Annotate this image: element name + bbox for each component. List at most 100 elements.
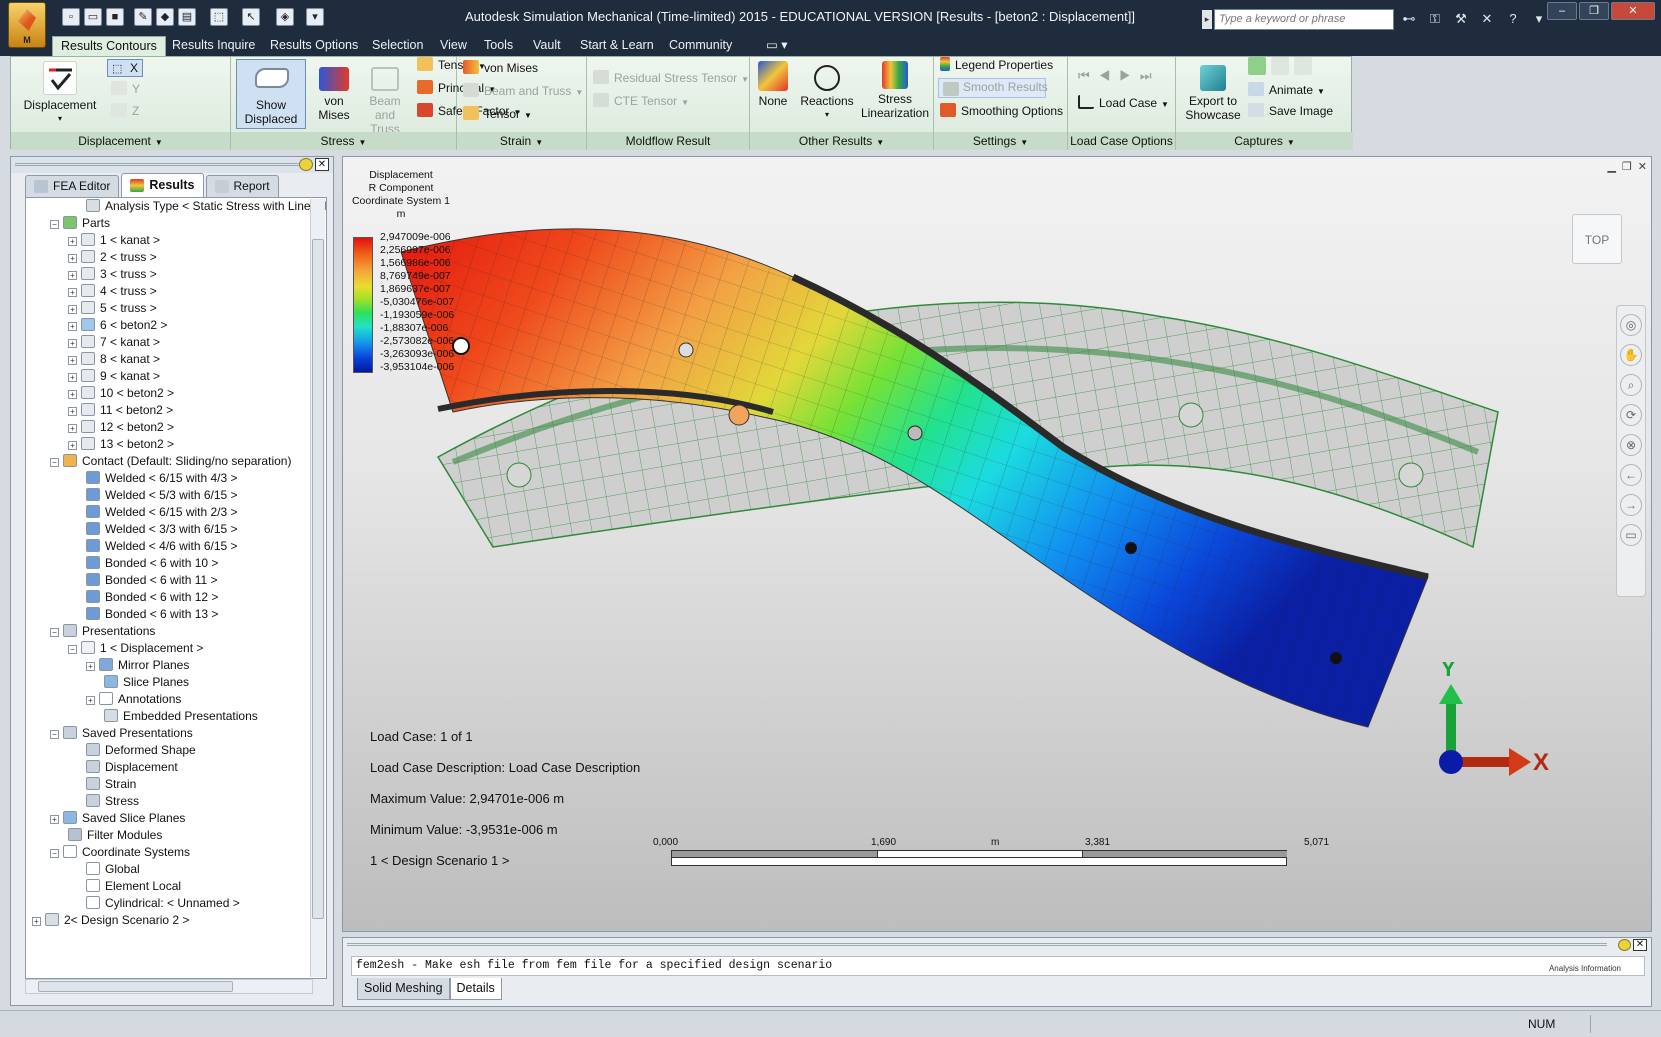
axis-y-button[interactable]: Y [111, 80, 140, 98]
tree-node[interactable]: Deformed Shape [86, 742, 196, 759]
load-case-button[interactable]: Load Case ▼ [1078, 94, 1169, 112]
tree-node[interactable]: Bonded < 6 with 12 > [86, 589, 218, 606]
binoculars-icon[interactable]: ⊷ [1400, 10, 1418, 28]
application-menu-button[interactable]: M [8, 2, 46, 48]
legend-properties-button[interactable]: Legend Properties [940, 56, 1053, 74]
expand-icon[interactable]: + [68, 322, 77, 331]
stress-von-mises-button[interactable]: von Mises [311, 61, 357, 122]
panel-grip[interactable] [347, 943, 1607, 946]
animation-controls[interactable] [1248, 57, 1317, 75]
collapse-icon[interactable]: − [50, 730, 59, 739]
expand-icon[interactable]: + [68, 390, 77, 399]
tree-node[interactable]: +4 < truss > [68, 283, 157, 300]
strain-von-mises-button[interactable]: von Mises [463, 59, 538, 77]
tree-node[interactable]: − Contact (Default: Sliding/no separation… [50, 453, 291, 470]
export-showcase-button[interactable]: Export to Showcase [1180, 61, 1246, 122]
search-expand-icon[interactable]: ▸ [1202, 10, 1212, 29]
residual-stress-button[interactable]: Residual Stress Tensor ▼ [593, 69, 749, 87]
axis-x-button[interactable]: ⬚ X [107, 59, 143, 77]
help-dropdown-icon[interactable]: ▾ [1530, 10, 1548, 28]
displacement-group-label[interactable]: Displacement ▼ [11, 132, 230, 150]
reactions-button[interactable]: Reactions ▾ [798, 61, 856, 122]
displacement-button[interactable]: Displacement ▾ [21, 61, 99, 126]
tree-node[interactable]: + Mirror Planes [86, 657, 189, 674]
zoom-icon[interactable]: ⌕ [1620, 374, 1642, 396]
new-file-icon[interactable]: ▫ [62, 8, 80, 26]
cte-tensor-button[interactable]: CTE Tensor ▼ [593, 92, 689, 110]
axis-z-button[interactable]: Z [111, 102, 139, 120]
tools-icon[interactable]: ⚒ [1452, 10, 1470, 28]
expand-icon[interactable]: + [68, 441, 77, 450]
scroll-thumb[interactable] [38, 981, 233, 992]
expand-icon[interactable]: + [68, 271, 77, 280]
selection-box-icon[interactable]: ⬚ [210, 8, 228, 26]
collapse-icon[interactable]: − [50, 849, 59, 858]
help-icon[interactable]: ? [1504, 10, 1522, 28]
tree-node[interactable]: +11 < beton2 > [68, 402, 173, 419]
ribbon-options-icon[interactable]: ▭ ▾ [758, 36, 796, 56]
tree-node[interactable]: +6 < beton2 > [68, 317, 167, 334]
tree-node[interactable]: +7 < kanat > [68, 334, 160, 351]
fea-model[interactable] [343, 157, 1652, 932]
smooth-results-button[interactable]: Smooth Results [938, 78, 1048, 98]
stress-linearization-button[interactable]: Stress Linearization [860, 61, 930, 120]
tree-node[interactable]: − 1 < Displacement > [68, 640, 203, 657]
tree-node[interactable]: +2< Design Scenario 2 > [32, 912, 189, 929]
tab-start-learn[interactable]: Start & Learn [572, 36, 662, 56]
settings-group-label[interactable]: Settings ▼ [934, 132, 1067, 150]
tree-node[interactable]: +5 < truss > [68, 300, 157, 317]
beam-truss-button[interactable]: Beam and Truss [359, 61, 411, 136]
tree-node[interactable]: +9 < kanat > [68, 368, 160, 385]
tree-node[interactable]: − Saved Presentations [50, 725, 193, 742]
pin-icon[interactable] [1618, 939, 1631, 951]
tab-solid-meshing[interactable]: Solid Meshing [357, 978, 450, 1000]
tree-vertical-scrollbar[interactable] [310, 199, 325, 977]
tree-node[interactable]: + Annotations [86, 691, 181, 708]
tab-results[interactable]: Results [121, 173, 204, 197]
tree-node[interactable]: +12 < beton2 > [68, 419, 174, 436]
tree-node[interactable]: Cylindrical: < Unnamed > [86, 895, 240, 912]
tree-node[interactable]: Strain [86, 776, 136, 793]
tree-node[interactable]: Analysis Type < Static Stress with Linea… [86, 198, 326, 215]
smoothing-options-button[interactable]: Smoothing Options [940, 102, 1063, 120]
expand-icon[interactable]: + [86, 662, 95, 671]
orbit-icon[interactable]: ⟳ [1620, 404, 1642, 426]
tree-node[interactable]: − Presentations [50, 623, 155, 640]
tree-node[interactable]: Stress [86, 793, 139, 810]
load-case-nav[interactable]: ⏮◀▶⏭ [1078, 67, 1161, 85]
open-folder-icon[interactable]: ▭ [84, 8, 102, 26]
collapse-icon[interactable]: − [68, 645, 77, 654]
qat-customize-icon[interactable]: ▾ [306, 8, 324, 26]
expand-icon[interactable]: + [68, 424, 77, 433]
tree-node[interactable]: Embedded Presentations [104, 708, 258, 725]
results-icon[interactable]: ▤ [178, 8, 196, 26]
tree-node[interactable]: Global [86, 861, 140, 878]
tree-node[interactable]: Bonded < 6 with 13 > [86, 606, 218, 623]
minimize-button[interactable]: – [1547, 2, 1577, 20]
tree-node[interactable]: +13 < beton2 > [68, 436, 174, 453]
tree-node[interactable]: +2 < truss > [68, 249, 157, 266]
collapse-icon[interactable]: − [50, 220, 59, 229]
strain-tensor-button[interactable]: Tensor ▼ [463, 105, 532, 123]
tree-node[interactable]: +8 < kanat > [68, 351, 160, 368]
tab-results-inquire[interactable]: Results Inquire [164, 36, 263, 56]
tree-node[interactable]: Welded < 3/3 with 6/15 > [86, 521, 238, 538]
model-viewport[interactable]: ▁ ❐ ✕ Displacement R Component Coordinat… [342, 156, 1652, 932]
close-panel-icon[interactable]: ✕ [1633, 939, 1647, 951]
panel-grip[interactable] [15, 163, 299, 166]
exchange-icon[interactable]: ✕ [1478, 10, 1496, 28]
tab-report[interactable]: Report [205, 175, 279, 197]
pan-hand-icon[interactable]: ✋ [1620, 344, 1642, 366]
model-icon[interactable]: ◆ [156, 8, 174, 26]
expand-icon[interactable]: + [68, 407, 77, 416]
tab-view[interactable]: View [432, 36, 475, 56]
tree-node[interactable]: Element Local [86, 878, 181, 895]
animate-button[interactable]: Animate ▼ [1248, 81, 1325, 99]
tab-details[interactable]: Details [449, 978, 502, 1000]
tab-community[interactable]: Community [661, 36, 740, 56]
collapse-icon[interactable]: − [50, 458, 59, 467]
tree-node[interactable]: Displacement [86, 759, 178, 776]
tree-node[interactable]: Welded < 4/6 with 6/15 > [86, 538, 238, 555]
tab-selection[interactable]: Selection [364, 36, 431, 56]
tree-node[interactable]: +10 < beton2 > [68, 385, 174, 402]
